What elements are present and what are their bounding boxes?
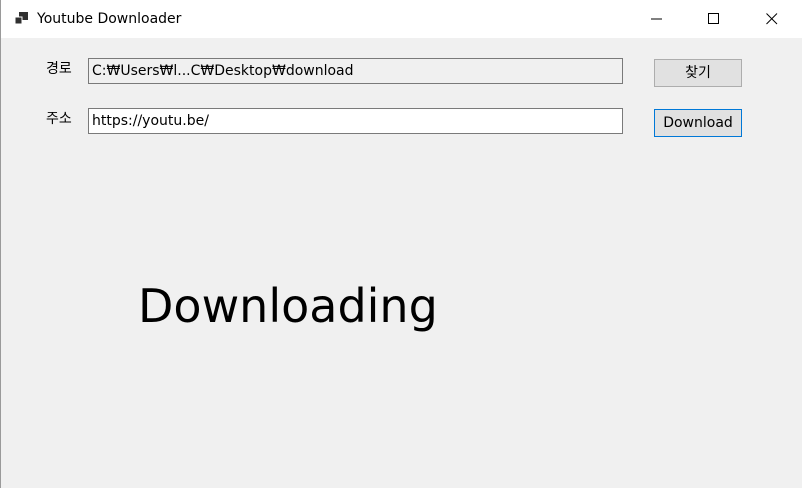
app-window-icon: [14, 11, 30, 27]
close-button[interactable]: [749, 0, 795, 38]
maximize-button[interactable]: [691, 0, 737, 38]
url-label: 주소: [46, 111, 72, 127]
path-label: 경로: [46, 61, 72, 77]
url-input[interactable]: https://youtu.be/: [88, 108, 623, 134]
browse-button[interactable]: 찾기: [654, 59, 742, 87]
download-status-text: Downloading: [138, 279, 438, 333]
minimize-icon: [651, 18, 662, 20]
download-button[interactable]: Download: [654, 109, 742, 137]
app-window: Youtube Downloader 경로 C:₩Users₩l...C₩Des…: [0, 0, 802, 488]
minimize-button[interactable]: [634, 0, 680, 38]
title-bar[interactable]: Youtube Downloader: [1, 0, 802, 38]
close-icon: [766, 13, 778, 25]
window-title: Youtube Downloader: [37, 11, 182, 27]
maximize-icon: [708, 13, 719, 24]
path-field[interactable]: C:₩Users₩l...C₩Desktop₩download: [88, 58, 623, 84]
